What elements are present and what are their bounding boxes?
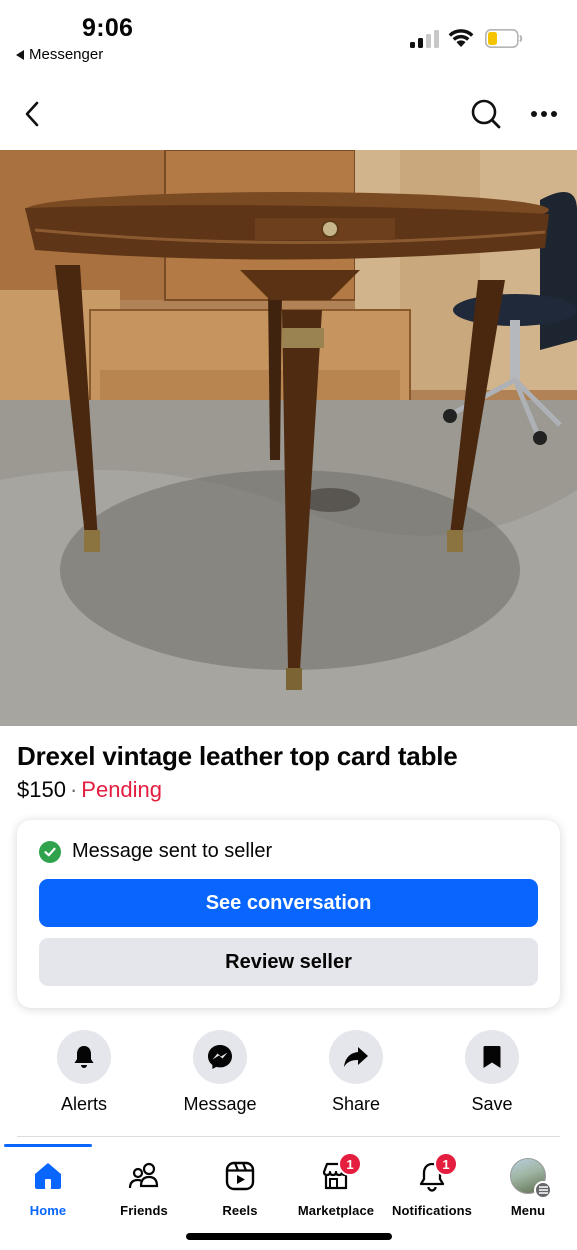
tab-friends[interactable]: Friends bbox=[96, 1156, 192, 1218]
cellular-signal-icon bbox=[410, 30, 439, 48]
alerts-button[interactable]: Alerts bbox=[29, 1030, 139, 1115]
listing-title: Drexel vintage leather top card table bbox=[17, 741, 458, 771]
tab-notifications-label: Notifications bbox=[391, 1203, 473, 1218]
see-conversation-button[interactable]: See conversation bbox=[39, 879, 538, 927]
tab-menu-label: Menu bbox=[510, 1203, 546, 1218]
section-divider bbox=[17, 1136, 560, 1137]
back-app-label: Messenger bbox=[29, 46, 104, 63]
listing-status: Pending bbox=[81, 777, 163, 802]
wifi-icon bbox=[448, 29, 474, 47]
tab-reels-label: Reels bbox=[222, 1203, 258, 1218]
top-nav bbox=[0, 88, 577, 140]
listing-price: $150 bbox=[17, 777, 66, 802]
search-button[interactable] bbox=[464, 88, 508, 140]
tab-marketplace[interactable]: 1 Marketplace bbox=[288, 1152, 384, 1218]
menu-avatar-wrap bbox=[508, 1156, 552, 1199]
message-label: Message bbox=[183, 1094, 257, 1114]
back-chevron-icon bbox=[25, 101, 39, 127]
notifications-icon: 1 bbox=[412, 1152, 458, 1196]
share-circle bbox=[329, 1030, 383, 1084]
friends-icon bbox=[124, 1156, 164, 1196]
share-button[interactable]: Share bbox=[301, 1030, 411, 1115]
listing-photo[interactable] bbox=[0, 150, 577, 726]
bookmark-icon bbox=[483, 1046, 501, 1068]
back-to-app-link[interactable]: Messenger bbox=[16, 46, 103, 63]
tab-friends-label: Friends bbox=[120, 1203, 168, 1218]
menu-lines-icon bbox=[534, 1181, 552, 1199]
more-button[interactable] bbox=[522, 88, 566, 140]
tab-notifications[interactable]: 1 Notifications bbox=[384, 1152, 480, 1218]
check-circle-icon bbox=[39, 840, 61, 863]
alerts-label: Alerts bbox=[60, 1094, 107, 1114]
price-separator: · bbox=[69, 777, 78, 802]
tab-reels[interactable]: Reels bbox=[192, 1156, 288, 1218]
alerts-circle bbox=[57, 1030, 111, 1084]
save-label: Save bbox=[471, 1094, 513, 1114]
share-arrow-icon bbox=[344, 1047, 368, 1067]
sent-status-row: Message sent to seller bbox=[39, 840, 272, 863]
message-button[interactable]: Message bbox=[165, 1030, 275, 1115]
marketplace-icon: 1 bbox=[316, 1152, 362, 1196]
tab-menu[interactable]: Menu bbox=[480, 1156, 576, 1218]
message-sent-card: Message sent to seller See conversation … bbox=[17, 820, 560, 1008]
back-triangle-icon bbox=[16, 49, 24, 60]
reels-icon bbox=[220, 1156, 260, 1196]
sent-status-text: Message sent to seller bbox=[72, 840, 273, 862]
messenger-icon bbox=[208, 1045, 232, 1069]
status-bar: 9:06 Messenger bbox=[0, 0, 577, 72]
status-time: 9:06 bbox=[82, 14, 134, 42]
avatar bbox=[510, 1158, 552, 1199]
marketplace-badge: 1 bbox=[338, 1152, 362, 1176]
message-circle bbox=[193, 1030, 247, 1084]
action-row: Alerts Message Share Save bbox=[0, 1030, 577, 1120]
tab-home-label: Home bbox=[29, 1203, 67, 1218]
home-icon bbox=[28, 1156, 68, 1196]
bottom-tab-bar: Home Friends Reels 1 Marketplace 1 Notif… bbox=[0, 1144, 577, 1226]
more-icon bbox=[531, 111, 557, 117]
tab-marketplace-label: Marketplace bbox=[297, 1203, 375, 1218]
table-photo-image bbox=[0, 150, 577, 726]
battery-low-icon bbox=[485, 29, 523, 48]
price-row: $150 · Pending bbox=[17, 777, 162, 803]
active-tab-indicator bbox=[4, 1144, 92, 1147]
bell-icon bbox=[74, 1046, 94, 1068]
tab-home[interactable]: Home bbox=[0, 1156, 96, 1218]
save-circle bbox=[465, 1030, 519, 1084]
home-indicator bbox=[186, 1233, 392, 1240]
notifications-badge: 1 bbox=[434, 1152, 458, 1176]
save-button[interactable]: Save bbox=[437, 1030, 547, 1115]
share-label: Share bbox=[331, 1094, 381, 1114]
search-icon bbox=[471, 99, 501, 129]
review-seller-button[interactable]: Review seller bbox=[39, 938, 538, 986]
back-button[interactable] bbox=[10, 88, 54, 140]
